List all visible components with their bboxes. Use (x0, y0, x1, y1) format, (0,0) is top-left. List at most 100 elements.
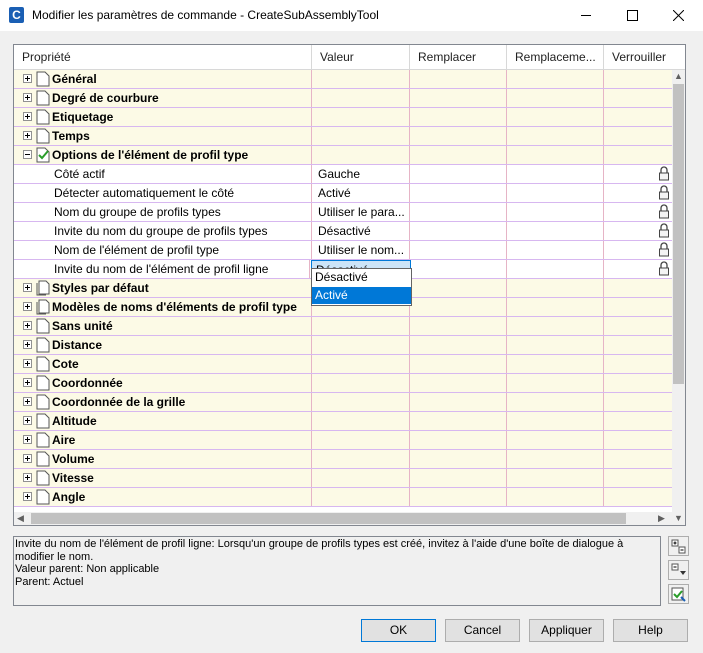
page-icon (36, 470, 50, 486)
minimize-button[interactable] (564, 0, 610, 31)
vertical-scroll-thumb[interactable] (673, 84, 684, 384)
group-row[interactable]: Temps (14, 127, 672, 146)
page-icon (36, 109, 50, 125)
lock-icon[interactable] (658, 204, 670, 219)
group-label: Aire (52, 433, 76, 447)
page-icon (36, 337, 50, 353)
property-value[interactable]: Désactivé (318, 224, 371, 238)
group-row[interactable]: Vitesse (14, 469, 672, 488)
scroll-left-icon[interactable]: ◀ (17, 512, 24, 525)
property-row[interactable]: Nom de l'élément de profil type Utiliser… (14, 241, 672, 260)
column-header-propriete[interactable]: Propriété (14, 45, 312, 70)
page-icon (36, 375, 50, 391)
property-value[interactable]: Utiliser le para... (318, 205, 405, 219)
group-row[interactable]: Coordonnée (14, 374, 672, 393)
page-icon (36, 318, 50, 334)
stacked-pages-icon (36, 299, 50, 315)
description-panel: Invite du nom de l'élément de profil lig… (13, 536, 661, 606)
lock-icon[interactable] (658, 242, 670, 257)
description-parent-value: Valeur parent: Non applicable (15, 563, 160, 575)
checked-page-icon (36, 147, 50, 163)
description-parent: Parent: Actuel (15, 575, 84, 588)
column-header-verrouiller[interactable]: Verrouiller (604, 45, 672, 70)
dropdown-list[interactable]: Désactivé Activé (311, 268, 412, 306)
expand-icon[interactable] (23, 435, 32, 444)
scroll-down-icon[interactable]: ▼ (674, 512, 683, 525)
expand-icon[interactable] (23, 416, 32, 425)
vertical-scrollbar[interactable]: ▲ ▼ (672, 70, 685, 525)
page-icon (36, 489, 50, 505)
group-row[interactable]: Coordonnée de la grille (14, 393, 672, 412)
check-options-button[interactable] (668, 584, 689, 604)
group-row[interactable]: Sans unité (14, 317, 672, 336)
expand-icon[interactable] (23, 283, 32, 292)
dropdown-option-active[interactable]: Activé (312, 287, 411, 304)
group-row[interactable]: Distance (14, 336, 672, 355)
page-icon (36, 413, 50, 429)
dropdown-option-desactive[interactable]: Désactivé (312, 269, 411, 286)
expand-icon[interactable] (23, 359, 32, 368)
scroll-right-icon[interactable]: ▶ (658, 512, 665, 525)
property-value[interactable]: Activé (318, 186, 351, 200)
expand-icon[interactable] (23, 131, 32, 140)
lock-icon[interactable] (658, 261, 670, 276)
group-label: Angle (52, 490, 86, 504)
expand-icon[interactable] (23, 454, 32, 463)
expand-icon[interactable] (23, 378, 32, 387)
cancel-button[interactable]: Cancel (445, 619, 520, 642)
group-row[interactable]: Général (14, 70, 672, 89)
property-row[interactable]: Invite du nom du groupe de profils types… (14, 222, 672, 241)
expand-icon[interactable] (23, 112, 32, 121)
page-icon (36, 394, 50, 410)
expand-icon[interactable] (23, 492, 32, 501)
column-header-remplacer[interactable]: Remplacer (410, 45, 507, 70)
minimize-icon (581, 15, 591, 16)
expand-icon[interactable] (23, 93, 32, 102)
expand-icon[interactable] (23, 340, 32, 349)
group-row[interactable]: Volume (14, 450, 672, 469)
column-header-valeur[interactable]: Valeur (312, 45, 410, 70)
scroll-up-icon[interactable]: ▲ (674, 70, 683, 83)
property-row[interactable]: Côté actif Gauche (14, 165, 672, 184)
expand-icon[interactable] (23, 302, 32, 311)
lock-icon[interactable] (658, 185, 670, 200)
lock-icon[interactable] (658, 223, 670, 238)
group-label: Altitude (52, 414, 97, 428)
page-icon (36, 432, 50, 448)
property-value[interactable]: Gauche (318, 167, 360, 181)
group-row[interactable]: Aire (14, 431, 672, 450)
expand-icon[interactable] (23, 473, 32, 482)
group-label: Sans unité (52, 319, 113, 333)
title-bar: C Modifier les paramètres de commande - … (0, 0, 703, 31)
group-row[interactable]: Angle (14, 488, 672, 507)
expand-icon[interactable] (23, 397, 32, 406)
group-row[interactable]: Etiquetage (14, 108, 672, 127)
expand-icon[interactable] (23, 74, 32, 83)
horizontal-scroll-thumb[interactable] (31, 513, 626, 524)
group-row[interactable]: Cote (14, 355, 672, 374)
group-label: Coordonnée de la grille (52, 395, 186, 409)
property-row[interactable]: Détecter automatiquement le côté Activé (14, 184, 672, 203)
ok-button[interactable]: OK (361, 619, 436, 642)
horizontal-scrollbar[interactable]: ◀ ▶ (14, 512, 672, 525)
apply-button[interactable]: Appliquer (529, 619, 604, 642)
group-row[interactable]: Altitude (14, 412, 672, 431)
dialog-body: Propriété Valeur Remplacer Remplaceme...… (0, 31, 703, 653)
window-title: Modifier les paramètres de commande - Cr… (32, 8, 379, 22)
group-row-expanded[interactable]: Options de l'élément de profil type (14, 146, 672, 165)
help-button[interactable]: Help (613, 619, 688, 642)
expand-all-button[interactable] (668, 536, 689, 556)
group-label: Degré de courbure (52, 91, 159, 105)
property-value[interactable]: Utiliser le nom... (318, 243, 404, 257)
lock-icon[interactable] (658, 166, 670, 181)
property-row[interactable]: Nom du groupe de profils types Utiliser … (14, 203, 672, 222)
expand-icon[interactable] (23, 321, 32, 330)
column-header-remplacement[interactable]: Remplaceme... (507, 45, 604, 70)
page-icon (36, 71, 50, 87)
maximize-button[interactable] (610, 0, 656, 31)
collapse-all-button[interactable] (668, 560, 689, 580)
group-row[interactable]: Degré de courbure (14, 89, 672, 108)
collapse-icon[interactable] (23, 150, 32, 159)
group-label: Etiquetage (52, 110, 114, 124)
close-button[interactable] (656, 0, 702, 31)
